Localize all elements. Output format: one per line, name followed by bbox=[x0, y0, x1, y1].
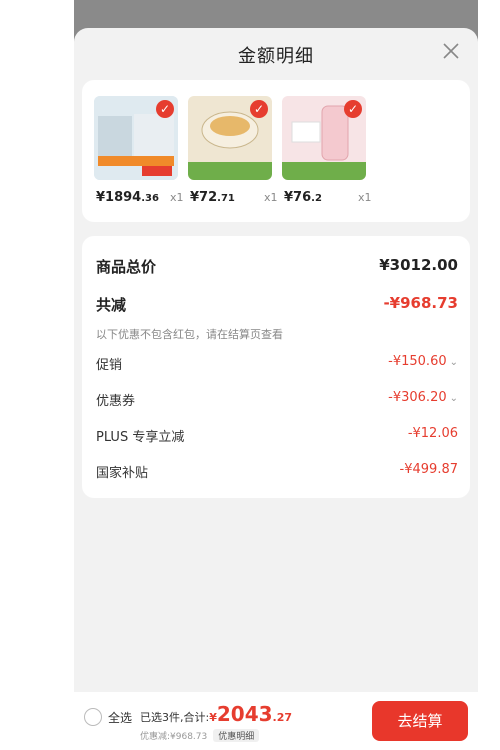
chevron-down-icon: ⌄ bbox=[449, 357, 458, 368]
total-amount: 2043 bbox=[216, 702, 273, 726]
subsidy-value: -¥499.87 bbox=[399, 462, 458, 477]
discount-summary: 优惠减:¥968.73 优惠明细 bbox=[140, 729, 260, 742]
phone-screen: 金额明细 ✓ ¥1894.36 x1 ✓ ¥72.71 x1 ✓ ¥76.2 x… bbox=[74, 0, 478, 750]
product-qty: x1 bbox=[170, 191, 184, 204]
chevron-down-icon: ⌄ bbox=[449, 393, 458, 404]
price-breakdown-card: 商品总价 ¥3012.00 共减 -¥968.73 以下优惠不包含红包，请在结算… bbox=[82, 236, 470, 498]
product-price: ¥1894.36 bbox=[96, 190, 159, 205]
product-item[interactable]: ✓ ¥72.71 x1 bbox=[188, 96, 278, 205]
plus-discount-value: -¥12.06 bbox=[407, 426, 458, 441]
close-icon[interactable] bbox=[440, 40, 462, 62]
product-price: ¥72.71 bbox=[190, 190, 235, 205]
coupon-label: 优惠券 bbox=[96, 394, 136, 409]
check-icon: ✓ bbox=[344, 100, 362, 118]
total-reduction-value: -¥968.73 bbox=[383, 294, 458, 312]
order-summary: 已选3件,合计:¥2043.27 bbox=[140, 702, 292, 726]
checkout-button[interactable]: 去结算 bbox=[372, 701, 468, 741]
product-item[interactable]: ✓ ¥1894.36 x1 bbox=[94, 96, 184, 205]
subsidy-label: 国家补贴 bbox=[96, 466, 149, 481]
coupon-value: -¥306.20 ⌄ bbox=[388, 390, 458, 405]
discount-note: 以下优惠不包含红包，请在结算页查看 bbox=[96, 328, 283, 341]
total-price-value: ¥3012.00 bbox=[379, 256, 458, 274]
select-all-radio[interactable] bbox=[84, 708, 102, 726]
sheet-title: 金额明细 bbox=[238, 46, 314, 67]
discount-text: 优惠减:¥968.73 bbox=[140, 732, 208, 742]
select-all-label[interactable]: 全选 bbox=[108, 709, 132, 726]
total-reduction-label: 共减 bbox=[96, 296, 127, 314]
products-card: ✓ ¥1894.36 x1 ✓ ¥72.71 x1 ✓ ¥76.2 x1 bbox=[82, 80, 470, 222]
total-cents: .27 bbox=[272, 711, 293, 724]
product-price: ¥76.2 bbox=[284, 190, 322, 205]
product-image: ✓ bbox=[188, 96, 272, 180]
promotion-value: -¥150.60 ⌄ bbox=[388, 354, 458, 369]
right-margin bbox=[478, 0, 500, 750]
plus-discount-label: PLUS 专享立减 bbox=[96, 430, 185, 445]
amount-detail-sheet: 金额明细 ✓ ¥1894.36 x1 ✓ ¥72.71 x1 ✓ ¥76.2 x… bbox=[74, 28, 478, 750]
product-image: ✓ bbox=[94, 96, 178, 180]
check-icon: ✓ bbox=[250, 100, 268, 118]
checkout-bar: 全选 已选3件,合计:¥2043.27 优惠减:¥968.73 优惠明细 去结算 bbox=[74, 692, 478, 750]
product-image: ✓ bbox=[282, 96, 366, 180]
summary-prefix: 已选3件,合计: bbox=[140, 711, 210, 724]
product-item[interactable]: ✓ ¥76.2 x1 bbox=[282, 96, 372, 205]
promotion-label: 促销 bbox=[96, 358, 123, 373]
left-margin bbox=[0, 0, 74, 750]
discount-detail-link[interactable]: 优惠明细 bbox=[213, 729, 260, 742]
check-icon: ✓ bbox=[156, 100, 174, 118]
product-qty: x1 bbox=[264, 191, 278, 204]
product-qty: x1 bbox=[358, 191, 372, 204]
total-price-label: 商品总价 bbox=[96, 258, 157, 276]
currency-symbol: ¥ bbox=[209, 711, 217, 724]
